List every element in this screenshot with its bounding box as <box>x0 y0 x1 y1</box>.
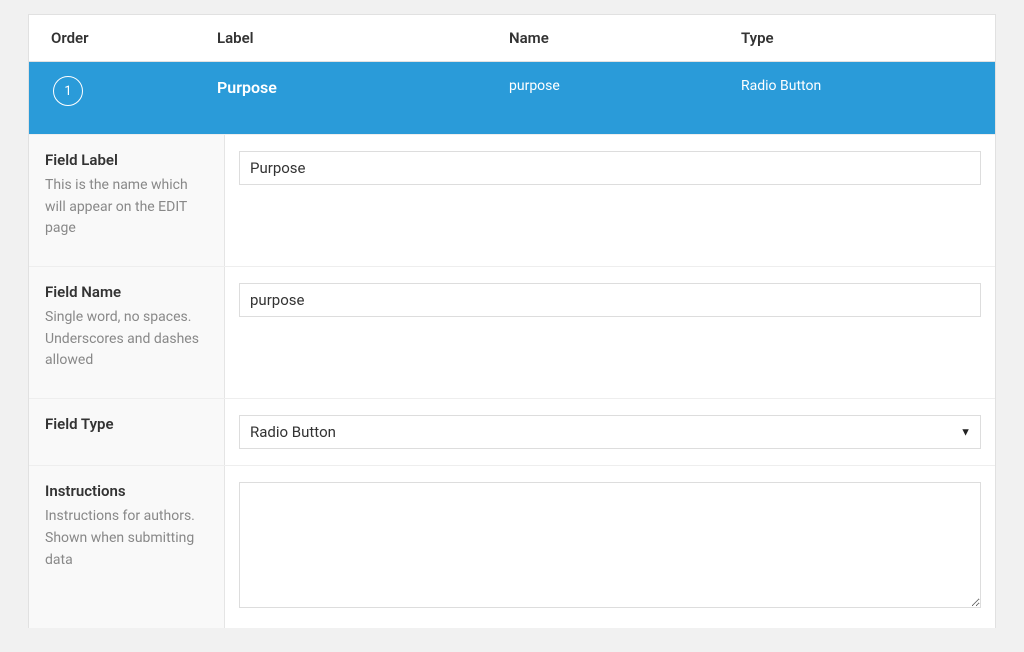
field-type-row: Field Type Radio Button ▼ <box>29 398 995 465</box>
col-header-type: Type <box>741 29 995 47</box>
col-header-label: Label <box>217 29 509 47</box>
order-number: 1 <box>64 84 71 99</box>
field-instructions-title: Instructions <box>45 482 206 500</box>
field-name-title: Field Name <box>45 283 206 301</box>
columns-header: Order Label Name Type <box>29 15 995 62</box>
order-badge: 1 <box>53 76 83 106</box>
field-type-title: Field Type <box>45 415 206 433</box>
col-header-name: Name <box>509 29 741 47</box>
field-instructions-input[interactable] <box>239 482 981 608</box>
field-instructions-row: Instructions Instructions for authors. S… <box>29 465 995 628</box>
field-label-help: This is the name which will appear on th… <box>45 175 206 240</box>
field-label-input[interactable] <box>239 151 981 185</box>
col-header-order: Order <box>29 29 217 47</box>
summary-type: Radio Button <box>741 78 821 94</box>
summary-name: purpose <box>509 78 560 94</box>
field-instructions-help: Instructions for authors. Shown when sub… <box>45 506 206 571</box>
field-type-select[interactable]: Radio Button <box>239 415 981 449</box>
field-name-help: Single word, no spaces. Underscores and … <box>45 307 206 372</box>
field-name-row: Field Name Single word, no spaces. Under… <box>29 266 995 398</box>
field-label-title: Field Label <box>45 151 206 169</box>
field-label-row: Field Label This is the name which will … <box>29 134 995 266</box>
field-editor-panel: Order Label Name Type 1 Purpose purpose … <box>28 14 996 628</box>
field-name-input[interactable] <box>239 283 981 317</box>
summary-label: Purpose <box>217 78 277 97</box>
field-summary-row[interactable]: 1 Purpose purpose Radio Button <box>29 62 995 134</box>
